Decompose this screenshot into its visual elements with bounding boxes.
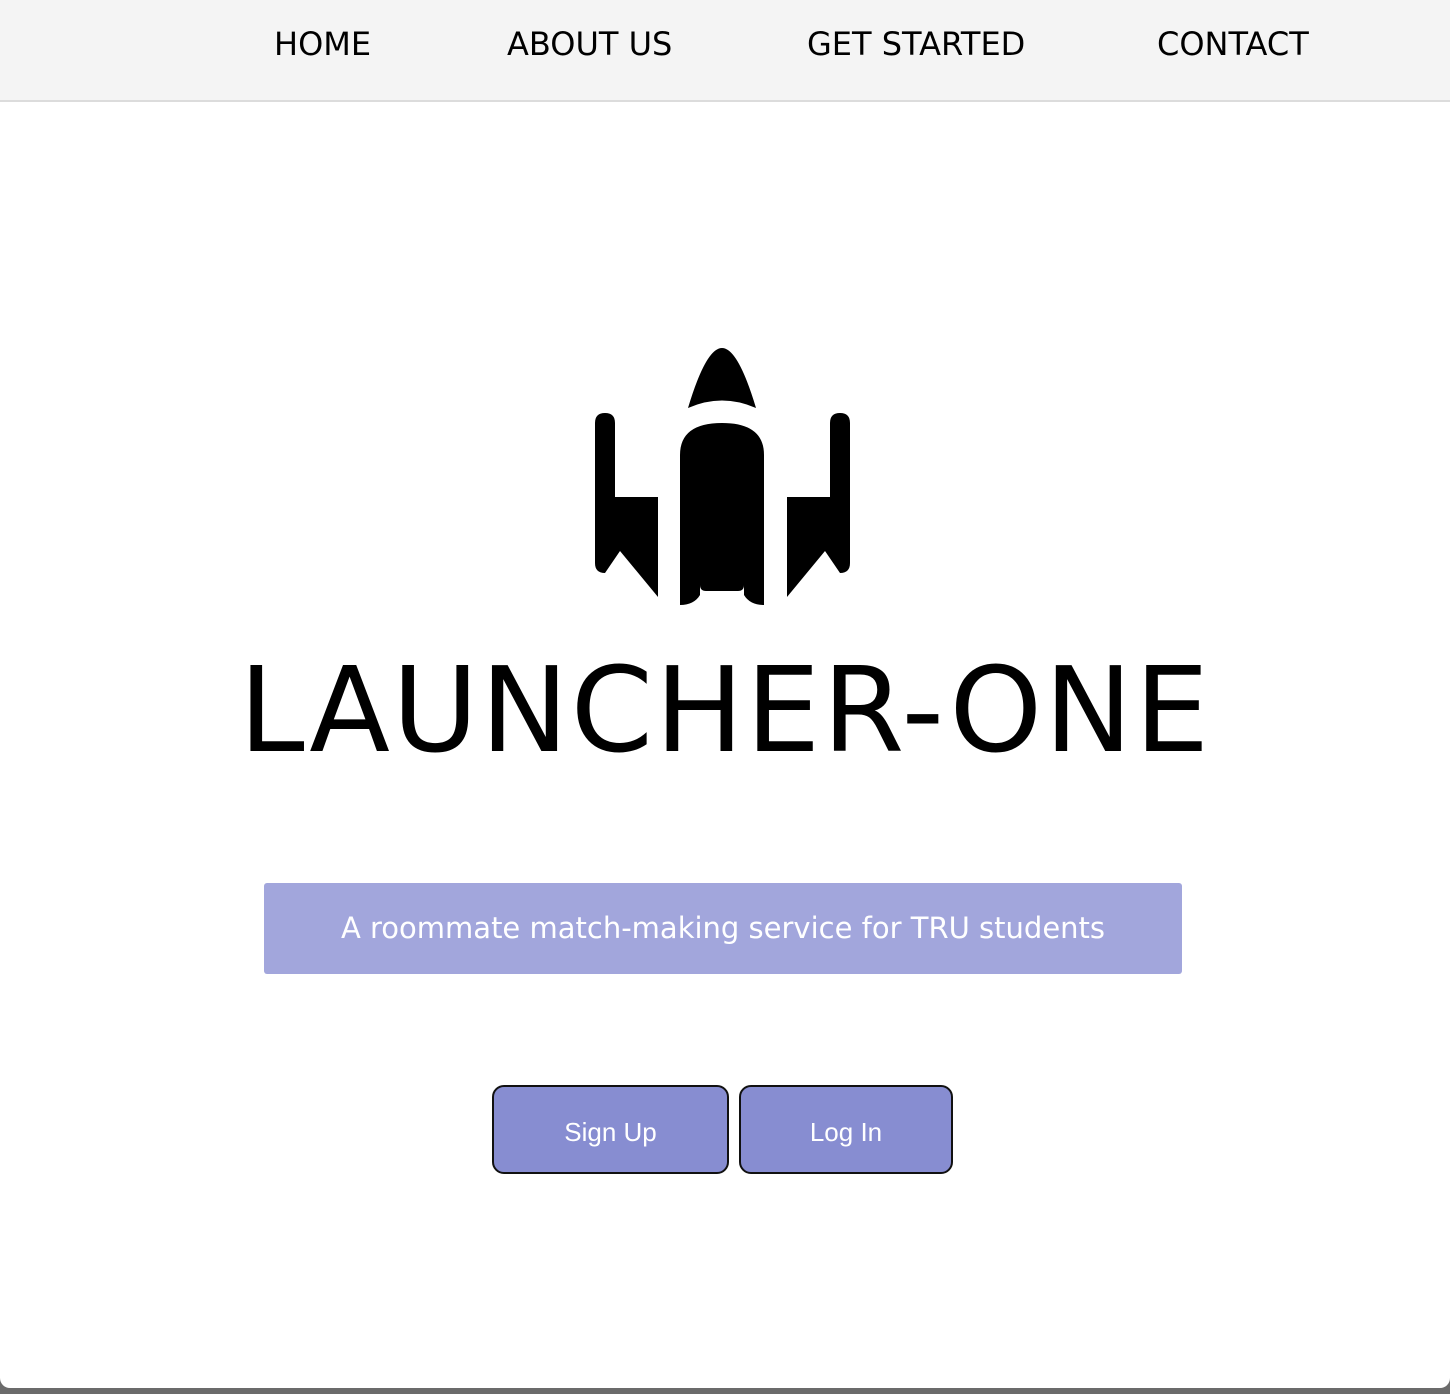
brand-title: LAUNCHER-ONE — [238, 641, 1212, 779]
nav-link-about-us[interactable]: ABOUT US — [507, 22, 672, 66]
rocket-icon — [590, 345, 855, 607]
log-in-button[interactable]: Log In — [739, 1085, 953, 1174]
nav-link-contact[interactable]: CONTACT — [1157, 22, 1309, 66]
top-navbar: HOME ABOUT US GET STARTED CONTACT — [0, 0, 1450, 102]
nav-link-get-started[interactable]: GET STARTED — [807, 22, 1025, 66]
nav-link-home[interactable]: HOME — [274, 22, 371, 66]
page: HOME ABOUT US GET STARTED CONTACT LAUNCH… — [0, 0, 1450, 1388]
sign-up-button[interactable]: Sign Up — [492, 1085, 729, 1174]
tagline-banner: A roommate match-making service for TRU … — [264, 883, 1182, 974]
